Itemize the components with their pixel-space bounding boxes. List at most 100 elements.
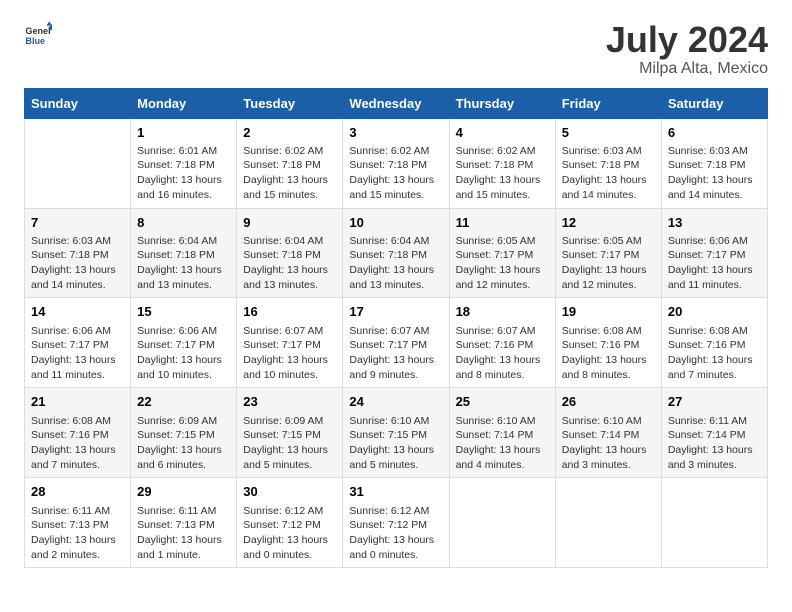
day-number: 23 bbox=[243, 393, 336, 411]
calendar-cell: 14Sunrise: 6:06 AM Sunset: 7:17 PM Dayli… bbox=[25, 298, 131, 388]
day-info: Sunrise: 6:02 AM Sunset: 7:18 PM Dayligh… bbox=[243, 145, 328, 201]
day-info: Sunrise: 6:07 AM Sunset: 7:17 PM Dayligh… bbox=[243, 325, 328, 381]
calendar-cell: 5 Sunrise: 6:03 AM Sunset: 7:18 PM Daylig… bbox=[555, 118, 661, 208]
day-info: Sunrise: 6:10 AM Sunset: 7:14 PM Dayligh… bbox=[456, 415, 541, 471]
calendar-cell: 16 Sunrise: 6:07 AM Sunset: 7:17 PM Dayli… bbox=[237, 298, 343, 388]
col-tuesday: Tuesday bbox=[237, 88, 343, 118]
day-info: Sunrise: 6:07 AM Sunset: 7:16 PM Dayligh… bbox=[456, 325, 541, 381]
logo: General Blue bbox=[24, 20, 52, 48]
calendar-cell: 31 Sunrise: 6:12 AM Sunset: 7:12 PM Dayli… bbox=[343, 478, 449, 568]
day-number: 3 bbox=[349, 124, 442, 142]
day-number: 21 bbox=[31, 393, 124, 411]
calendar-cell: 25 Sunrise: 6:10 AM Sunset: 7:14 PM Dayli… bbox=[449, 388, 555, 478]
col-thursday: Thursday bbox=[449, 88, 555, 118]
calendar-cell: 12 Sunrise: 6:05 AM Sunset: 7:17 PM Dayli… bbox=[555, 208, 661, 298]
day-number: 5 bbox=[562, 124, 655, 142]
calendar-cell: 20 Sunrise: 6:08 AM Sunset: 7:16 PM Dayli… bbox=[661, 298, 767, 388]
calendar-cell: 24 Sunrise: 6:10 AM Sunset: 7:15 PM Dayli… bbox=[343, 388, 449, 478]
calendar-subtitle: Milpa Alta, Mexico bbox=[606, 60, 768, 78]
calendar-cell: 28Sunrise: 6:11 AM Sunset: 7:13 PM Dayli… bbox=[25, 478, 131, 568]
calendar-cell bbox=[25, 118, 131, 208]
calendar-cell: 3Sunrise: 6:02 AM Sunset: 7:18 PM Daylig… bbox=[343, 118, 449, 208]
day-info: Sunrise: 6:03 AM Sunset: 7:18 PM Dayligh… bbox=[668, 145, 753, 201]
calendar-cell: 10Sunrise: 6:04 AM Sunset: 7:18 PM Dayli… bbox=[343, 208, 449, 298]
day-number: 10 bbox=[349, 214, 442, 232]
calendar-cell: 27Sunrise: 6:11 AM Sunset: 7:14 PM Dayli… bbox=[661, 388, 767, 478]
day-info: Sunrise: 6:01 AM Sunset: 7:18 PM Dayligh… bbox=[137, 145, 222, 201]
calendar-week-row: 1Sunrise: 6:01 AM Sunset: 7:18 PM Daylig… bbox=[25, 118, 768, 208]
day-info: Sunrise: 6:09 AM Sunset: 7:15 PM Dayligh… bbox=[243, 415, 328, 471]
day-info: Sunrise: 6:02 AM Sunset: 7:18 PM Dayligh… bbox=[456, 145, 541, 201]
day-info: Sunrise: 6:12 AM Sunset: 7:12 PM Dayligh… bbox=[243, 505, 328, 561]
day-number: 16 bbox=[243, 303, 336, 321]
calendar-cell: 13 Sunrise: 6:06 AM Sunset: 7:17 PM Dayli… bbox=[661, 208, 767, 298]
day-info: Sunrise: 6:08 AM Sunset: 7:16 PM Dayligh… bbox=[668, 325, 753, 381]
day-info: Sunrise: 6:03 AM Sunset: 7:18 PM Dayligh… bbox=[31, 235, 116, 291]
svg-text:Blue: Blue bbox=[25, 36, 45, 46]
calendar-week-row: 28Sunrise: 6:11 AM Sunset: 7:13 PM Dayli… bbox=[25, 478, 768, 568]
day-info: Sunrise: 6:10 AM Sunset: 7:15 PM Dayligh… bbox=[349, 415, 434, 471]
day-number: 4 bbox=[456, 124, 549, 142]
col-monday: Monday bbox=[131, 88, 237, 118]
day-number: 19 bbox=[562, 303, 655, 321]
calendar-cell: 8 Sunrise: 6:04 AM Sunset: 7:18 PM Daylig… bbox=[131, 208, 237, 298]
day-number: 2 bbox=[243, 124, 336, 142]
day-number: 29 bbox=[137, 483, 230, 501]
day-info: Sunrise: 6:10 AM Sunset: 7:14 PM Dayligh… bbox=[562, 415, 647, 471]
day-number: 17 bbox=[349, 303, 442, 321]
day-number: 18 bbox=[456, 303, 549, 321]
col-saturday: Saturday bbox=[661, 88, 767, 118]
day-number: 8 bbox=[137, 214, 230, 232]
day-number: 31 bbox=[349, 483, 442, 501]
calendar-body: 1Sunrise: 6:01 AM Sunset: 7:18 PM Daylig… bbox=[25, 118, 768, 568]
day-number: 12 bbox=[562, 214, 655, 232]
day-number: 6 bbox=[668, 124, 761, 142]
svg-text:General: General bbox=[25, 26, 52, 36]
calendar-cell: 11 Sunrise: 6:05 AM Sunset: 7:17 PM Dayli… bbox=[449, 208, 555, 298]
calendar-week-row: 14 Sunrise: 6:06 AM Sunset: 7:17 PM Dayli… bbox=[25, 298, 768, 388]
calendar-cell: 1Sunrise: 6:01 AM Sunset: 7:18 PM Daylig… bbox=[131, 118, 237, 208]
calendar-cell: 4 Sunrise: 6:02 AM Sunset: 7:18 PM Daylig… bbox=[449, 118, 555, 208]
day-number: 27 bbox=[668, 393, 761, 411]
col-sunday: Sunday bbox=[25, 88, 131, 118]
calendar-cell: 15 Sunrise: 6:06 AM Sunset: 7:17 PM Dayli… bbox=[131, 298, 237, 388]
calendar-week-row: 7Sunrise: 6:03 AM Sunset: 7:18 PM Daylig… bbox=[25, 208, 768, 298]
calendar-table: Sunday Monday Tuesday Wednesday Thursday… bbox=[24, 88, 768, 569]
calendar-cell: 2 Sunrise: 6:02 AM Sunset: 7:18 PM Daylig… bbox=[237, 118, 343, 208]
day-number: 28 bbox=[31, 483, 124, 501]
calendar-cell: 29Sunrise: 6:11 AM Sunset: 7:13 PM Dayli… bbox=[131, 478, 237, 568]
col-wednesday: Wednesday bbox=[343, 88, 449, 118]
calendar-cell bbox=[661, 478, 767, 568]
day-number: 14 bbox=[31, 303, 124, 321]
day-info: Sunrise: 6:04 AM Sunset: 7:18 PM Dayligh… bbox=[243, 235, 328, 291]
calendar-cell: 18 Sunrise: 6:07 AM Sunset: 7:16 PM Dayli… bbox=[449, 298, 555, 388]
day-info: Sunrise: 6:04 AM Sunset: 7:18 PM Dayligh… bbox=[137, 235, 222, 291]
col-friday: Friday bbox=[555, 88, 661, 118]
day-number: 20 bbox=[668, 303, 761, 321]
calendar-header: Sunday Monday Tuesday Wednesday Thursday… bbox=[25, 88, 768, 118]
calendar-cell bbox=[555, 478, 661, 568]
day-info: Sunrise: 6:06 AM Sunset: 7:17 PM Dayligh… bbox=[668, 235, 753, 291]
day-info: Sunrise: 6:09 AM Sunset: 7:15 PM Dayligh… bbox=[137, 415, 222, 471]
day-info: Sunrise: 6:06 AM Sunset: 7:17 PM Dayligh… bbox=[137, 325, 222, 381]
day-info: Sunrise: 6:03 AM Sunset: 7:18 PM Dayligh… bbox=[562, 145, 647, 201]
calendar-cell: 30 Sunrise: 6:12 AM Sunset: 7:12 PM Dayli… bbox=[237, 478, 343, 568]
day-number: 30 bbox=[243, 483, 336, 501]
day-number: 22 bbox=[137, 393, 230, 411]
day-info: Sunrise: 6:12 AM Sunset: 7:12 PM Dayligh… bbox=[349, 505, 434, 561]
day-number: 11 bbox=[456, 214, 549, 232]
day-number: 25 bbox=[456, 393, 549, 411]
day-number: 15 bbox=[137, 303, 230, 321]
day-info: Sunrise: 6:05 AM Sunset: 7:17 PM Dayligh… bbox=[456, 235, 541, 291]
calendar-cell: 6 Sunrise: 6:03 AM Sunset: 7:18 PM Daylig… bbox=[661, 118, 767, 208]
day-number: 9 bbox=[243, 214, 336, 232]
day-number: 26 bbox=[562, 393, 655, 411]
day-info: Sunrise: 6:05 AM Sunset: 7:17 PM Dayligh… bbox=[562, 235, 647, 291]
calendar-cell: 22 Sunrise: 6:09 AM Sunset: 7:15 PM Dayli… bbox=[131, 388, 237, 478]
weekday-header-row: Sunday Monday Tuesday Wednesday Thursday… bbox=[25, 88, 768, 118]
page-header: General Blue July 2024 Milpa Alta, Mexic… bbox=[24, 20, 768, 78]
day-number: 13 bbox=[668, 214, 761, 232]
calendar-cell: 19Sunrise: 6:08 AM Sunset: 7:16 PM Dayli… bbox=[555, 298, 661, 388]
calendar-title: July 2024 bbox=[606, 20, 768, 60]
day-number: 24 bbox=[349, 393, 442, 411]
